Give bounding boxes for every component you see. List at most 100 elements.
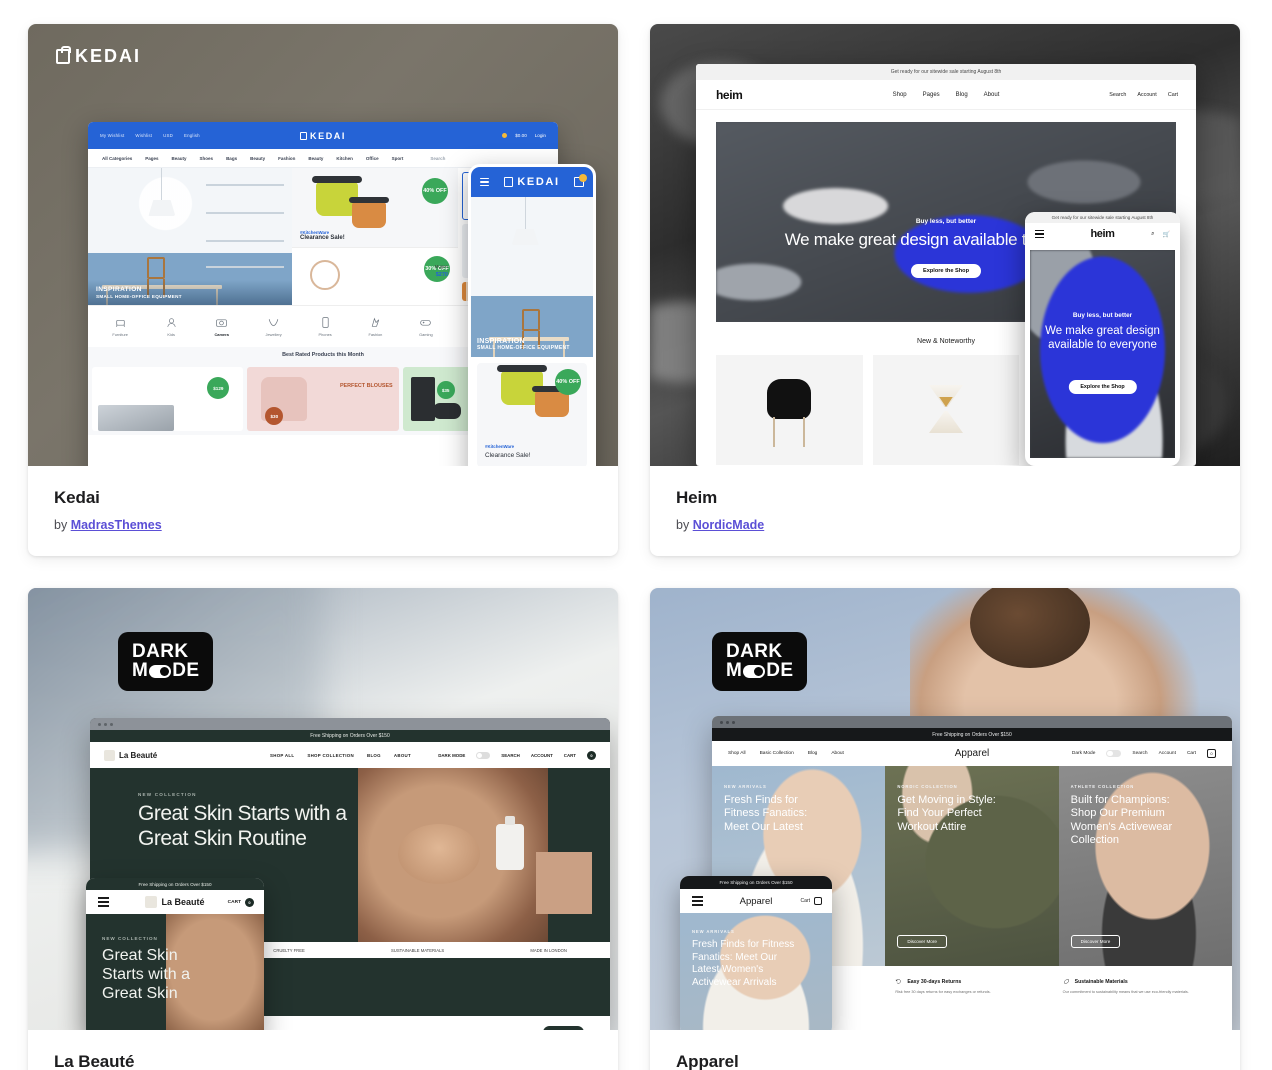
apparel-nav-item[interactable]: Shop All <box>728 751 746 756</box>
theme-card-la-beaute[interactable]: DARK M DE Free Shipping on Orders Over $… <box>28 588 618 1070</box>
kedai-watch-tile[interactable]: 30% OFF Mugen $270 <box>292 247 458 305</box>
category-furniture[interactable]: Furniture <box>112 316 128 337</box>
heim-nav-item[interactable]: Blog <box>956 92 968 98</box>
apparel-menu: Shop All Basic Collection Blog About <box>728 751 844 756</box>
heim-product-card[interactable] <box>872 355 1020 465</box>
apparel-column-kicker: ATHLETE COLLECTION <box>1070 784 1135 789</box>
la-beaute-mobile-logo: La Beauté <box>145 896 205 908</box>
hamburger-menu-icon[interactable] <box>98 897 109 907</box>
theme-card-apparel[interactable]: DARK M DE Free Shipping on Orders Over $… <box>650 588 1240 1070</box>
leaf-icon <box>1063 979 1069 984</box>
heim-nav-item[interactable]: About <box>984 92 1000 98</box>
apparel-nav-item[interactable]: Blog <box>808 751 818 756</box>
kedai-hero-banner: INSPIRATION SMALL HOME-OFFICE EQUIPMENT <box>88 168 292 305</box>
kedai-header-logo: KEDAI <box>299 131 346 141</box>
apparel-nav-item[interactable]: About <box>831 751 844 756</box>
lamp-icon <box>161 168 163 202</box>
apparel-mobile-title: Fresh Finds for Fitness Fanatics: Meet O… <box>692 939 795 988</box>
account-icon[interactable]: ACCOUNT <box>531 753 553 758</box>
theme-author-link[interactable]: MadrasThemes <box>71 518 162 532</box>
apparel-column-cta[interactable]: Discover More <box>1070 935 1121 948</box>
category-kids[interactable]: Kids <box>165 316 178 337</box>
search-icon[interactable]: Search <box>1109 92 1126 98</box>
heim-mobile-hero-sub: Buy less, but better <box>1072 312 1133 319</box>
price-badge: $30 <box>265 407 284 425</box>
kedai-topbar-link: My Wishlist <box>100 133 125 138</box>
theme-preview-apparel[interactable]: DARK M DE Free Shipping on Orders Over $… <box>650 588 1240 1030</box>
la-beaute-nav-item[interactable]: SHOP COLLECTION <box>307 753 354 758</box>
kedai-search-placeholder: Search <box>430 155 446 161</box>
la-beaute-nav-item[interactable]: SHOP ALL <box>270 753 294 758</box>
apparel-hero-column[interactable]: NORDIC COLLECTION Get Moving in Style: F… <box>885 766 1059 966</box>
search-icon[interactable]: ⌕ <box>1151 231 1154 238</box>
cart-label[interactable]: CART <box>564 753 576 758</box>
theme-preview-heim[interactable]: Get ready for our sitewide sale starting… <box>650 24 1240 466</box>
cart-icon[interactable]: 🛒 <box>1163 231 1170 238</box>
category-fashion[interactable]: Fashion <box>368 316 382 337</box>
cart-icon[interactable]: Cart <box>1168 92 1178 98</box>
kedai-product-title: Clearance Sale! <box>300 235 345 241</box>
apparel-mobile-cart[interactable]: Cart <box>801 897 822 905</box>
account-icon[interactable]: Account <box>1159 751 1176 756</box>
la-beaute-mobile-mockup: Free Shipping on Orders Over $150 La Bea… <box>86 878 264 1030</box>
la-beaute-mobile-cart[interactable]: CART 0 <box>228 897 254 907</box>
la-beaute-shop-now-button[interactable]: Shop Now <box>542 1026 584 1030</box>
gaming-icon <box>420 319 432 326</box>
heim-product-card[interactable] <box>716 355 863 465</box>
search-icon[interactable]: Search <box>1132 751 1147 756</box>
heim-hero-cta[interactable]: Explore the Shop <box>911 264 981 278</box>
jewellery-icon <box>268 319 279 327</box>
hamburger-menu-icon[interactable] <box>692 896 703 906</box>
cart-count-badge: 0 <box>245 897 254 907</box>
cart-icon[interactable] <box>574 174 587 187</box>
la-beaute-nav-item[interactable]: BLOG <box>367 753 381 758</box>
account-icon[interactable]: Account <box>1137 92 1156 98</box>
hamburger-menu-icon[interactable] <box>480 177 489 187</box>
category-gaming[interactable]: Gaming <box>419 316 433 337</box>
apparel-hero-column[interactable]: ATHLETE COLLECTION Built for Champions: … <box>1058 766 1232 966</box>
apparel-mobile-announcement: Free Shipping on Orders Over $150 <box>680 876 832 889</box>
kedai-cookware-tile[interactable]: 40% OFF #KitchenWare Clearance Sale! <box>292 168 458 247</box>
kedai-product-tag: #KitchenWare <box>485 444 515 449</box>
category-jewellery[interactable]: Jewellery <box>266 316 282 337</box>
toggle-switch-icon[interactable] <box>1106 749 1122 758</box>
price-badge: $35 <box>436 381 455 399</box>
search-icon[interactable]: SEARCH <box>501 753 520 758</box>
secondary-model-photo <box>536 852 592 914</box>
kedai-mobile-product[interactable]: 40% OFF #KitchenWare Clearance Sale! <box>477 363 587 466</box>
apparel-nav-item[interactable]: Basic Collection <box>760 751 794 756</box>
kedai-product-card[interactable]: $129 <box>92 367 244 431</box>
theme-preview-la-beaute[interactable]: DARK M DE Free Shipping on Orders Over $… <box>28 588 618 1030</box>
apparel-feature-head: Sustainable Materials <box>1063 978 1216 985</box>
lamp-icon <box>524 197 526 231</box>
cart-label[interactable]: Cart <box>1187 751 1196 756</box>
theme-author-link[interactable]: NordicMade <box>693 518 765 532</box>
theme-card-heim[interactable]: Get ready for our sitewide sale starting… <box>650 24 1240 556</box>
dark-mode-label: DARK MODE <box>438 752 466 758</box>
apparel-feature-desc: Our commitment to sustainability means t… <box>1062 990 1189 994</box>
fashion-icon <box>371 317 379 327</box>
heim-nav-item[interactable]: Shop <box>893 92 907 98</box>
apparel-mobile-hero: NEW ARRIVALS Fresh Finds for Fitness Fan… <box>680 913 832 1030</box>
kedai-mobile-mockup: KEDAI INSPIRATION SMALL HOME-OFFICE EQUI… <box>468 164 596 466</box>
theme-preview-kedai[interactable]: KEDAI My Wishlist Wishlist USD English K… <box>28 24 618 466</box>
category-phones[interactable]: Phones <box>319 316 332 337</box>
kedai-product-card[interactable]: $30 PERFECT BLOUSES <box>247 367 399 431</box>
toggle-switch-icon[interactable] <box>476 751 491 759</box>
hamburger-menu-icon[interactable] <box>1035 229 1044 239</box>
apparel-column-cta[interactable]: Discover More <box>897 935 947 948</box>
theme-card-kedai[interactable]: KEDAI My Wishlist Wishlist USD English K… <box>28 24 618 556</box>
orange-pot-icon <box>532 386 572 417</box>
theme-title: Kedai <box>54 488 100 507</box>
theme-title: Heim <box>676 488 718 507</box>
kedai-hero-caption: INSPIRATION SMALL HOME-OFFICE EQUIPMENT <box>88 280 292 305</box>
apparel-mobile-kicker: NEW ARRIVALS <box>692 929 735 934</box>
by-label: by <box>54 518 68 532</box>
la-beaute-nav-item[interactable]: ABOUT <box>394 753 411 758</box>
category-camera[interactable]: Camera <box>214 316 229 337</box>
discount-badge: 40% OFF <box>422 178 448 204</box>
kedai-mobile-hero: INSPIRATION SMALL HOME-OFFICE EQUIPMENT <box>471 197 593 357</box>
heim-mobile-cta[interactable]: Explore the Shop <box>1068 380 1137 394</box>
cart-label: Cart <box>800 898 810 904</box>
heim-nav-item[interactable]: Pages <box>923 92 940 98</box>
